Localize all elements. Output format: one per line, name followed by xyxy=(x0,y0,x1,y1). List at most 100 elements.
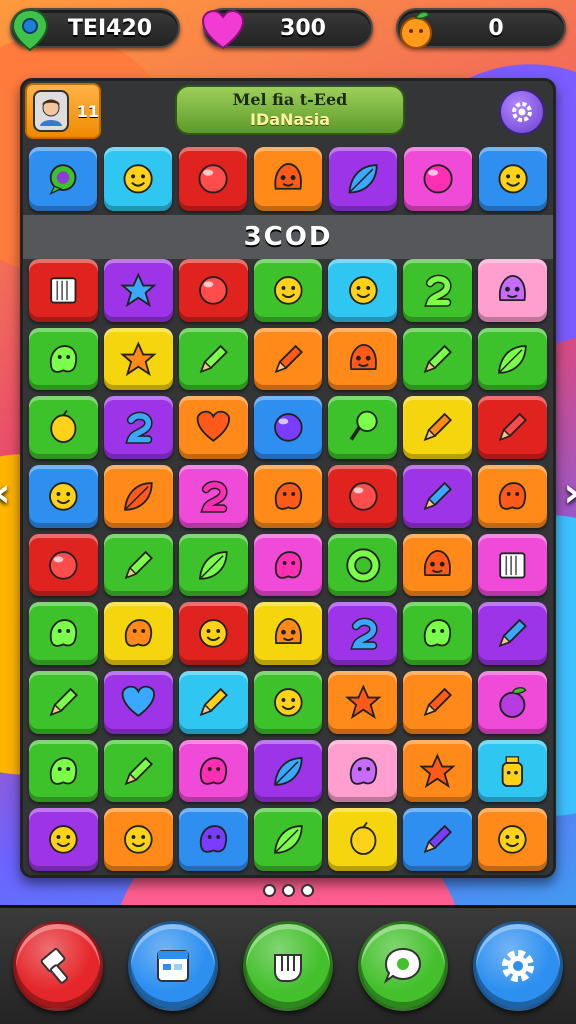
tile-orange[interactable] xyxy=(178,396,248,459)
tile-yellow[interactable] xyxy=(328,808,398,871)
tile-purple[interactable] xyxy=(403,465,473,528)
bottom-toolbar xyxy=(0,905,576,1024)
blob-icon xyxy=(349,756,377,785)
tile-pink[interactable] xyxy=(178,739,248,803)
pause-button[interactable] xyxy=(242,921,333,1011)
tile-orange[interactable] xyxy=(103,465,173,528)
tile-red[interactable] xyxy=(178,602,248,665)
tile-red[interactable] xyxy=(29,259,98,322)
tile-green[interactable] xyxy=(403,327,473,391)
tile-orange[interactable] xyxy=(478,808,547,871)
tile-pink[interactable] xyxy=(404,147,472,211)
tile-lightpink[interactable] xyxy=(478,259,547,322)
tile-green[interactable] xyxy=(103,739,173,803)
level-badge[interactable]: 11 xyxy=(25,83,101,139)
tile-green[interactable] xyxy=(103,533,173,597)
tile-yellow[interactable] xyxy=(403,396,473,459)
tile-blue[interactable] xyxy=(29,465,98,528)
level-number: 11 xyxy=(76,101,99,121)
tile-green[interactable] xyxy=(29,739,98,803)
tile-cyan[interactable] xyxy=(178,671,248,734)
tile-lightpink[interactable] xyxy=(328,739,398,803)
tile-purple[interactable] xyxy=(328,602,398,665)
smile-face-icon xyxy=(49,825,78,854)
tile-pink[interactable] xyxy=(253,533,323,597)
pencil-icon xyxy=(498,413,528,442)
hammer-button[interactable] xyxy=(12,921,103,1011)
tile-yellow[interactable] xyxy=(253,602,323,665)
tile-green[interactable] xyxy=(253,671,323,734)
page-dot[interactable] xyxy=(262,884,276,897)
tile-orange[interactable] xyxy=(478,465,547,528)
tile-green[interactable] xyxy=(29,396,98,459)
tile-green[interactable] xyxy=(253,259,323,322)
tile-green[interactable] xyxy=(29,602,98,665)
tile-green[interactable] xyxy=(403,602,473,665)
tile-green[interactable] xyxy=(403,259,473,322)
ball-icon xyxy=(49,550,78,580)
tile-green[interactable] xyxy=(328,396,398,459)
tile-blue[interactable] xyxy=(253,396,323,459)
tile-blue[interactable] xyxy=(479,147,547,211)
tile-orange[interactable] xyxy=(253,327,323,391)
tile-purple[interactable] xyxy=(329,147,397,211)
tile-green[interactable] xyxy=(29,671,98,734)
tile-red[interactable] xyxy=(29,533,98,597)
chat-button[interactable] xyxy=(358,921,449,1011)
leaf-icon xyxy=(273,825,303,854)
settings-button[interactable] xyxy=(473,921,564,1011)
tile-green[interactable] xyxy=(253,808,323,871)
tile-pink[interactable] xyxy=(178,465,248,528)
tile-green[interactable] xyxy=(478,327,547,391)
ring-icon xyxy=(345,547,380,582)
tile-orange[interactable] xyxy=(103,808,173,871)
tile-green[interactable] xyxy=(29,327,98,391)
location-pin-icon xyxy=(6,6,54,54)
tile-pink[interactable] xyxy=(478,671,547,734)
tile-purple[interactable] xyxy=(103,671,173,734)
tile-cyan[interactable] xyxy=(328,259,398,322)
fruit-counter[interactable]: 0 xyxy=(396,8,566,49)
tile-orange[interactable] xyxy=(403,671,473,734)
tile-orange[interactable] xyxy=(253,465,323,528)
star-icon xyxy=(344,684,382,720)
tile-pink[interactable] xyxy=(478,533,547,597)
level-title: Mel fia t-Eed IDaNasia xyxy=(175,85,405,135)
tile-purple[interactable] xyxy=(29,808,98,871)
tile-green[interactable] xyxy=(328,533,398,597)
chevron-left-icon[interactable]: ‹ xyxy=(0,470,10,516)
tile-green[interactable] xyxy=(178,327,248,391)
tile-blue[interactable] xyxy=(178,808,248,871)
tile-red[interactable] xyxy=(478,396,547,459)
tile-red[interactable] xyxy=(178,259,248,322)
tile-purple[interactable] xyxy=(478,602,547,665)
tile-cyan[interactable] xyxy=(478,739,547,803)
gems-counter[interactable]: TEI420 xyxy=(10,8,180,52)
chevron-right-icon[interactable]: › xyxy=(564,470,576,516)
pencil-icon xyxy=(424,825,453,854)
lives-counter[interactable]: 300 xyxy=(201,8,373,50)
page-dot[interactable] xyxy=(300,884,314,897)
tile-purple[interactable] xyxy=(253,739,323,803)
menu-gear-button[interactable] xyxy=(499,89,545,135)
tile-red[interactable] xyxy=(179,147,247,211)
tile-orange[interactable] xyxy=(254,147,322,211)
page-dot[interactable] xyxy=(281,884,295,897)
tile-purple[interactable] xyxy=(103,396,173,459)
tile-orange[interactable] xyxy=(403,739,473,803)
tile-yellow[interactable] xyxy=(103,602,173,665)
tile-purple[interactable] xyxy=(103,259,173,322)
tile-orange[interactable] xyxy=(328,671,398,734)
heart-icon xyxy=(196,410,230,443)
smile-face-icon xyxy=(123,164,153,194)
tile-cyan[interactable] xyxy=(104,147,172,211)
tile-blue[interactable] xyxy=(29,147,97,211)
tile-orange[interactable] xyxy=(403,533,473,597)
tile-blue[interactable] xyxy=(403,808,473,871)
tile-orange[interactable] xyxy=(328,327,398,391)
tile-yellow[interactable] xyxy=(103,327,173,391)
calendar-button[interactable] xyxy=(127,921,218,1011)
face-icon xyxy=(424,549,452,576)
tile-green[interactable] xyxy=(178,533,248,597)
tile-red[interactable] xyxy=(328,465,398,528)
